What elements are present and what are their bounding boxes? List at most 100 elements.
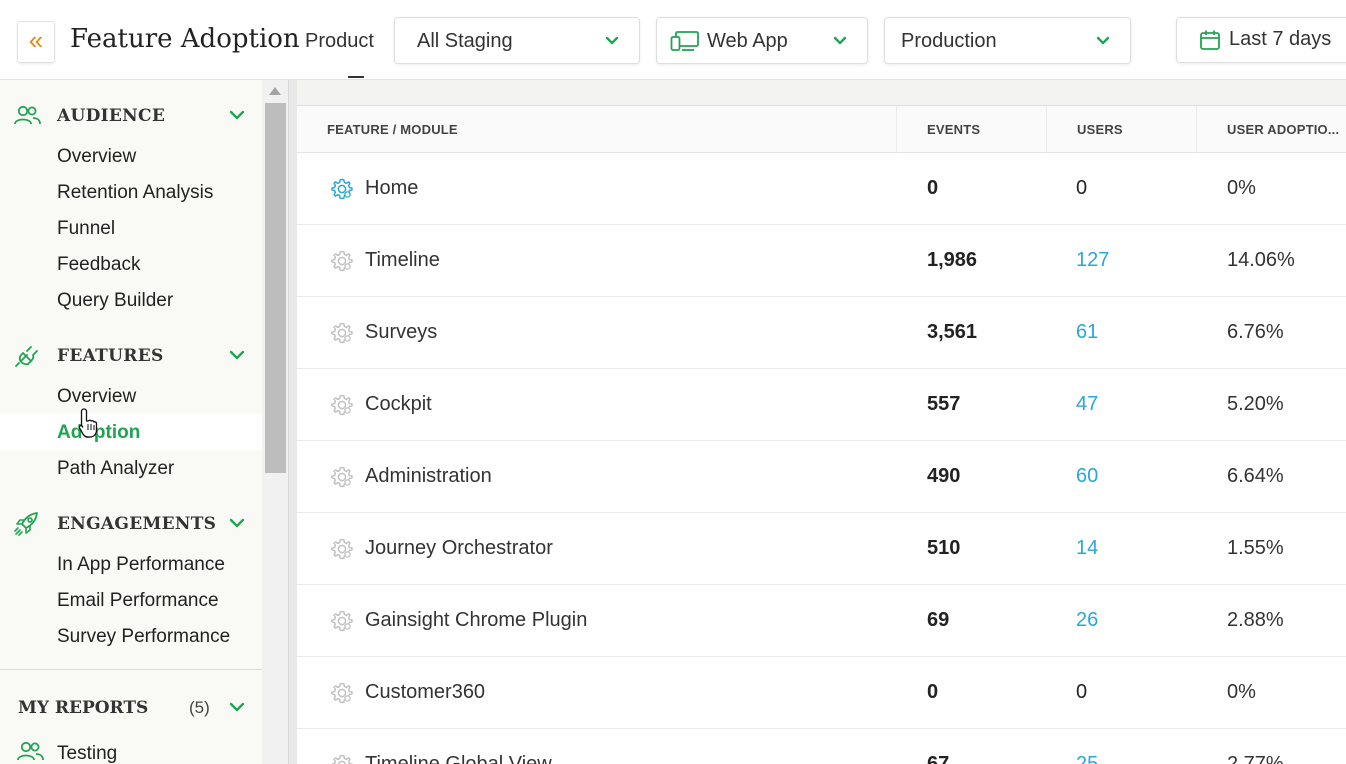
sidebar: AUDIENCE Overview Retention Analysis Fun… — [0, 80, 262, 764]
events-count: 67 — [927, 753, 950, 764]
sidebar-item-retention-analysis[interactable]: Retention Analysis — [0, 174, 262, 210]
column-header-user-adoption[interactable]: USER ADOPTIO... — [1196, 106, 1346, 153]
collapse-sidebar-button[interactable]: « — [17, 21, 55, 63]
gear-icon — [331, 250, 353, 272]
sidebar-section-my-reports[interactable]: MY REPORTS (5) — [0, 690, 262, 726]
sidebar-item-label: Overview — [57, 386, 137, 407]
table-row[interactable]: Home 0 0 0% — [297, 153, 1346, 225]
table-row[interactable]: Gainsight Chrome Plugin 69 26 2.88% — [297, 585, 1346, 657]
sidebar-item-in-app-performance[interactable]: In App Performance — [0, 546, 262, 582]
sidebar-item-features-overview[interactable]: Overview — [0, 378, 262, 414]
users-count: 0 — [1076, 177, 1088, 199]
sidebar-item-report-testing[interactable]: Testing — [0, 736, 262, 764]
column-header-feature[interactable]: FEATURE / MODULE — [327, 106, 887, 153]
table-row[interactable]: Cockpit 557 47 5.20% — [297, 369, 1346, 441]
gear-icon — [331, 682, 353, 704]
feature-name[interactable]: Home — [365, 177, 418, 200]
plug-icon — [15, 346, 38, 367]
users-count[interactable]: 25 — [1076, 753, 1098, 764]
user-adoption-percent: 2.77% — [1227, 753, 1284, 764]
table-row[interactable]: Journey Orchestrator 510 14 1.55% — [297, 513, 1346, 585]
events-count: 490 — [927, 465, 961, 487]
table-row[interactable]: Customer360 0 0 0% — [297, 657, 1346, 729]
chevron-down-icon — [833, 36, 847, 45]
table-row[interactable]: Timeline Global View 67 25 2.77% — [297, 729, 1346, 764]
toolbar-stub — [348, 76, 364, 78]
events-count: 3,561 — [927, 321, 978, 343]
sidebar-section-features[interactable]: FEATURES — [0, 338, 262, 374]
events-count: 0 — [927, 681, 939, 703]
users-count[interactable]: 61 — [1076, 321, 1098, 344]
feature-name[interactable]: Timeline — [365, 249, 440, 272]
channel-dropdown[interactable]: Web App — [656, 17, 868, 64]
feature-name[interactable]: Administration — [365, 465, 492, 488]
events-count: 557 — [927, 393, 961, 415]
sidebar-item-funnel[interactable]: Funnel — [0, 210, 262, 246]
feature-name[interactable]: Timeline Global View — [365, 753, 552, 764]
feature-name[interactable]: Cockpit — [365, 393, 432, 416]
environment-dropdown[interactable]: Production — [884, 17, 1131, 64]
scroll-up-arrow-icon[interactable] — [269, 87, 281, 95]
user-adoption-percent: 14.06% — [1227, 249, 1295, 271]
chevron-down-icon — [229, 702, 245, 712]
sidebar-item-audience-overview[interactable]: Overview — [0, 138, 262, 174]
sidebar-item-feedback[interactable]: Feedback — [0, 246, 262, 282]
hand-pointer-cursor-icon — [78, 408, 98, 438]
sidebar-item-label: Query Builder — [57, 290, 174, 311]
table-row[interactable]: Timeline 1,986 127 14.06% — [297, 225, 1346, 297]
user-adoption-percent: 5.20% — [1227, 393, 1284, 415]
date-range-value: Last 7 days — [1229, 28, 1332, 50]
gear-icon — [331, 538, 353, 560]
product-label: Product — [305, 30, 374, 52]
user-adoption-percent: 6.64% — [1227, 465, 1284, 487]
chevron-down-icon — [1096, 36, 1110, 45]
sidebar-section-engagements[interactable]: ENGAGEMENTS — [0, 506, 262, 542]
sidebar-section-title: FEATURES — [57, 346, 164, 366]
sidebar-section-title: AUDIENCE — [57, 106, 166, 126]
users-count[interactable]: 47 — [1076, 393, 1098, 416]
events-count: 510 — [927, 537, 961, 559]
column-header-events[interactable]: EVENTS — [896, 106, 1044, 153]
feature-name[interactable]: Gainsight Chrome Plugin — [365, 609, 587, 632]
feature-name[interactable]: Journey Orchestrator — [365, 537, 553, 560]
users-count[interactable]: 14 — [1076, 537, 1098, 560]
sidebar-item-label: Path Analyzer — [57, 458, 175, 479]
sidebar-item-adoption[interactable]: Adoption — [0, 414, 262, 450]
events-count: 69 — [927, 609, 950, 631]
sidebar-item-query-builder[interactable]: Query Builder — [0, 282, 262, 318]
sidebar-scrollbar-thumb[interactable] — [265, 103, 286, 473]
panel-splitter — [288, 80, 297, 764]
channel-dropdown-value: Web App — [707, 30, 788, 52]
sidebar-section-title: MY REPORTS — [18, 698, 149, 718]
page-title: Feature Adoption — [70, 24, 300, 54]
sidebar-item-label: Overview — [57, 146, 137, 167]
product-dropdown[interactable]: All Staging — [394, 17, 640, 64]
feature-name[interactable]: Surveys — [365, 321, 437, 344]
users-count[interactable]: 26 — [1076, 609, 1098, 632]
calendar-icon — [1200, 30, 1220, 50]
sidebar-section-title: ENGAGEMENTS — [57, 514, 217, 534]
events-count: 1,986 — [927, 249, 978, 271]
environment-dropdown-value: Production — [901, 30, 997, 52]
gear-icon — [331, 178, 353, 200]
users-count[interactable]: 127 — [1076, 249, 1109, 272]
table-toolbar-strip — [297, 76, 1346, 106]
sidebar-item-survey-performance[interactable]: Survey Performance — [0, 618, 262, 654]
users-icon — [17, 741, 44, 761]
user-adoption-percent: 1.55% — [1227, 537, 1284, 559]
user-adoption-percent: 0% — [1227, 681, 1256, 703]
table-row[interactable]: Surveys 3,561 61 6.76% — [297, 297, 1346, 369]
feature-name[interactable]: Customer360 — [365, 681, 485, 704]
column-header-users[interactable]: USERS — [1046, 106, 1196, 153]
double-chevron-left-icon: « — [28, 25, 44, 55]
table-row[interactable]: Administration 490 60 6.64% — [297, 441, 1346, 513]
sidebar-item-path-analyzer[interactable]: Path Analyzer — [0, 450, 262, 486]
sidebar-item-email-performance[interactable]: Email Performance — [0, 582, 262, 618]
users-count[interactable]: 60 — [1076, 465, 1098, 488]
date-range-dropdown[interactable]: Last 7 days — [1176, 17, 1346, 63]
sidebar-item-label: In App Performance — [57, 554, 225, 575]
events-count: 0 — [927, 177, 939, 199]
product-dropdown-value: All Staging — [417, 30, 513, 52]
sidebar-section-audience[interactable]: AUDIENCE — [0, 98, 262, 134]
chevron-down-icon — [229, 110, 245, 120]
